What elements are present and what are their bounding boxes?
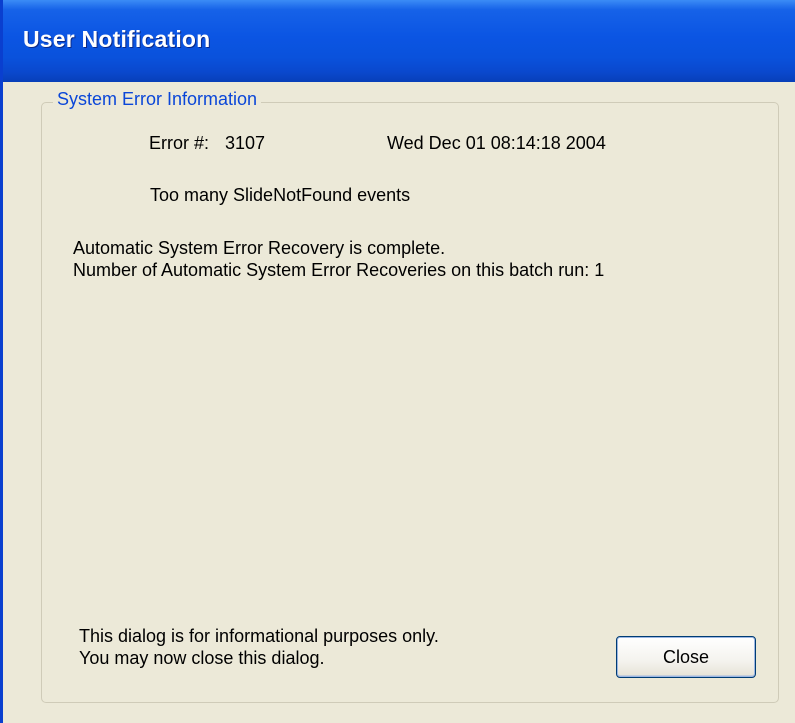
error-number-value: 3107 bbox=[225, 133, 266, 153]
window-title: User Notification bbox=[23, 26, 211, 52]
error-number-label: Error #: bbox=[149, 133, 210, 153]
info-text-line-1: This dialog is for informational purpose… bbox=[79, 626, 439, 646]
close-button[interactable]: Close bbox=[616, 636, 756, 678]
info-text-line-2: You may now close this dialog. bbox=[79, 648, 325, 668]
error-message: Too many SlideNotFound events bbox=[150, 185, 411, 205]
groupbox-legend: System Error Information bbox=[53, 89, 262, 110]
recovery-count-text: Number of Automatic System Error Recover… bbox=[73, 260, 605, 280]
title-bar[interactable]: User Notification bbox=[3, 0, 795, 82]
recovery-status-text: Automatic System Error Recovery is compl… bbox=[73, 238, 446, 258]
error-timestamp: Wed Dec 01 08:14:18 2004 bbox=[387, 133, 606, 153]
user-notification-dialog: User Notification System Error Informati… bbox=[0, 0, 795, 723]
